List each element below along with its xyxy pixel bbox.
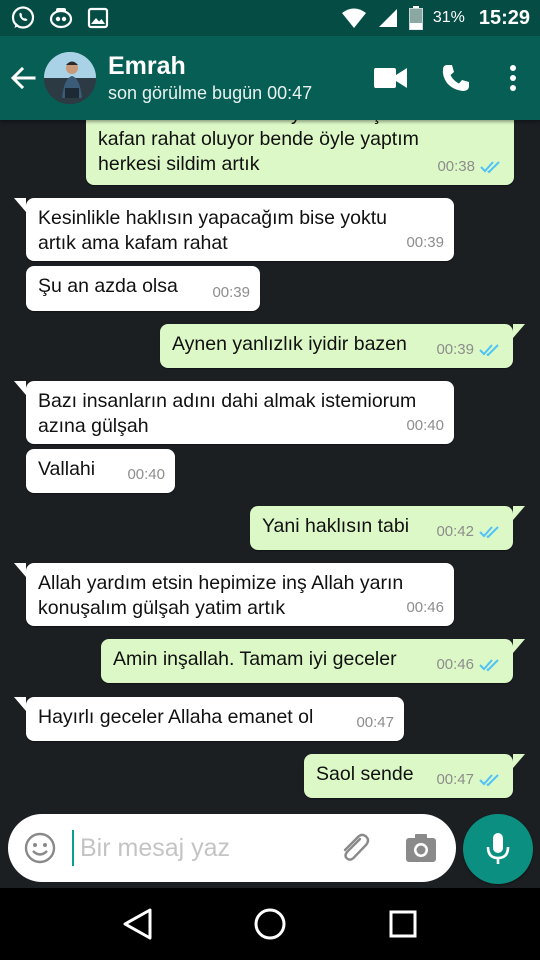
read-receipt-icon (479, 343, 499, 356)
message-time: 00:39 (212, 284, 250, 301)
message-meta: 00:39 (212, 280, 250, 305)
video-call-button[interactable] (356, 36, 426, 120)
contact-name: Emrah (108, 52, 186, 80)
message-bubble-outgoing[interactable]: Aynen yanlızlık iyidir bazen 00:39 (160, 324, 525, 368)
system-nav-bar (0, 888, 540, 960)
message-text: Kesinlikle haklısın yapacağım bise yoktu… (38, 207, 388, 254)
signal-icon (378, 9, 397, 27)
nav-home-button[interactable] (240, 894, 300, 954)
bubble-tail (14, 198, 26, 212)
gallery-icon (87, 7, 109, 29)
message-bubble-outgoing[interactable]: Seni üzen insanları hayatından çıkarınca… (86, 120, 514, 185)
alarm-icon (49, 8, 73, 29)
battery-icon (408, 6, 423, 30)
message-time: 00:40 (406, 417, 444, 434)
back-arrow-icon (10, 66, 36, 90)
more-options-button[interactable] (486, 36, 540, 120)
avatar-photo (44, 52, 96, 104)
message-meta: 00:39 (406, 230, 444, 255)
message-bubble-incoming[interactable]: Bazı insanların adını dahi almak istemio… (14, 381, 454, 444)
message-time: 00:47 (356, 714, 394, 731)
clock: 15:29 (478, 6, 530, 29)
message-time: 00:39 (406, 234, 444, 251)
voice-record-button[interactable] (463, 814, 533, 884)
message-meta: 00:46 (406, 595, 444, 620)
nav-back-button[interactable] (107, 894, 167, 954)
message-bubble-incoming[interactable]: Kesinlikle haklısın yapacağım bise yoktu… (14, 198, 454, 261)
whatsapp-icon (11, 6, 35, 29)
read-receipt-icon (480, 160, 500, 173)
message-time: 00:39 (436, 341, 474, 358)
message-time: 00:46 (406, 599, 444, 616)
nav-home-icon (254, 908, 286, 940)
nav-recents-button[interactable] (373, 894, 433, 954)
message-bubble-outgoing[interactable]: Yani haklısın tabi 00:42 (250, 506, 525, 550)
contact-info[interactable]: Emrah son görülme bugün 00:47 (108, 51, 312, 105)
wifi-icon (341, 8, 366, 28)
message-meta: 00:40 (127, 462, 165, 487)
message-bubble-outgoing[interactable]: Amin inşallah. Tamam iyi geceler 00:46 (101, 639, 525, 683)
message-meta: 00:42 (436, 519, 503, 544)
bubble-tail (513, 324, 525, 338)
chat-header: Emrah son görülme bugün 00:47 (0, 36, 540, 120)
video-call-icon (374, 68, 407, 88)
message-bubble-outgoing[interactable]: Saol sende 00:47 (304, 754, 525, 798)
text-caret (72, 830, 74, 866)
bubble-tail (14, 381, 26, 395)
nav-back-icon (123, 908, 152, 940)
microphone-icon (486, 833, 510, 864)
voice-call-button[interactable] (426, 36, 486, 120)
message-time: 00:42 (436, 523, 474, 540)
status-bar: 31% 15:29 (0, 0, 540, 36)
message-meta: 00:47 (356, 710, 394, 735)
read-receipt-icon (479, 773, 499, 786)
message-meta: 00:46 (436, 652, 503, 677)
phone-icon (442, 65, 469, 91)
read-receipt-icon (479, 525, 499, 538)
message-bubble-incoming[interactable]: Allah yardım etsin hepimize inş Allah ya… (14, 563, 454, 626)
nav-recents-icon (389, 910, 417, 938)
message-text: Hayırlı geceler Allaha emanet ol (38, 706, 314, 728)
message-meta: 00:39 (436, 337, 503, 362)
message-list[interactable]: Seni üzen insanları hayatından çıkarınca… (0, 120, 540, 810)
more-vert-icon (510, 65, 516, 91)
message-bubble-incoming[interactable]: Hayırlı geceler Allaha emanet ol 00:47 (14, 697, 404, 741)
bubble-tail (513, 506, 525, 520)
bubble-tail (513, 754, 525, 768)
composer-bar (0, 810, 540, 888)
message-meta: 00:38 (437, 154, 504, 179)
last-seen: son görülme bugün 00:47 (108, 83, 313, 103)
message-meta: 00:47 (436, 767, 503, 792)
message-time: 00:47 (436, 771, 474, 788)
message-bubble-incoming[interactable]: Şu an azda olsa 00:39 (26, 266, 260, 311)
back-button[interactable] (2, 36, 44, 120)
attach-icon[interactable] (336, 830, 372, 866)
message-text: Bazı insanların adını dahi almak istemio… (38, 390, 417, 437)
bubble-tail (513, 639, 525, 653)
message-bubble-incoming[interactable]: Vallahi 00:40 (26, 449, 175, 493)
emoji-icon[interactable] (24, 832, 56, 864)
read-receipt-icon (479, 658, 499, 671)
bubble-tail (14, 697, 26, 711)
battery-percent: 31% (432, 9, 465, 26)
message-input[interactable] (80, 831, 330, 865)
bubble-tail (14, 563, 26, 577)
message-time: 00:38 (437, 158, 475, 175)
message-time: 00:40 (127, 466, 165, 483)
avatar[interactable] (44, 52, 96, 104)
camera-icon[interactable] (404, 832, 438, 864)
message-meta: 00:40 (406, 413, 444, 438)
message-composer[interactable] (8, 814, 456, 882)
message-time: 00:46 (436, 656, 474, 673)
message-text: Allah yardım etsin hepimize inş Allah ya… (38, 572, 404, 619)
